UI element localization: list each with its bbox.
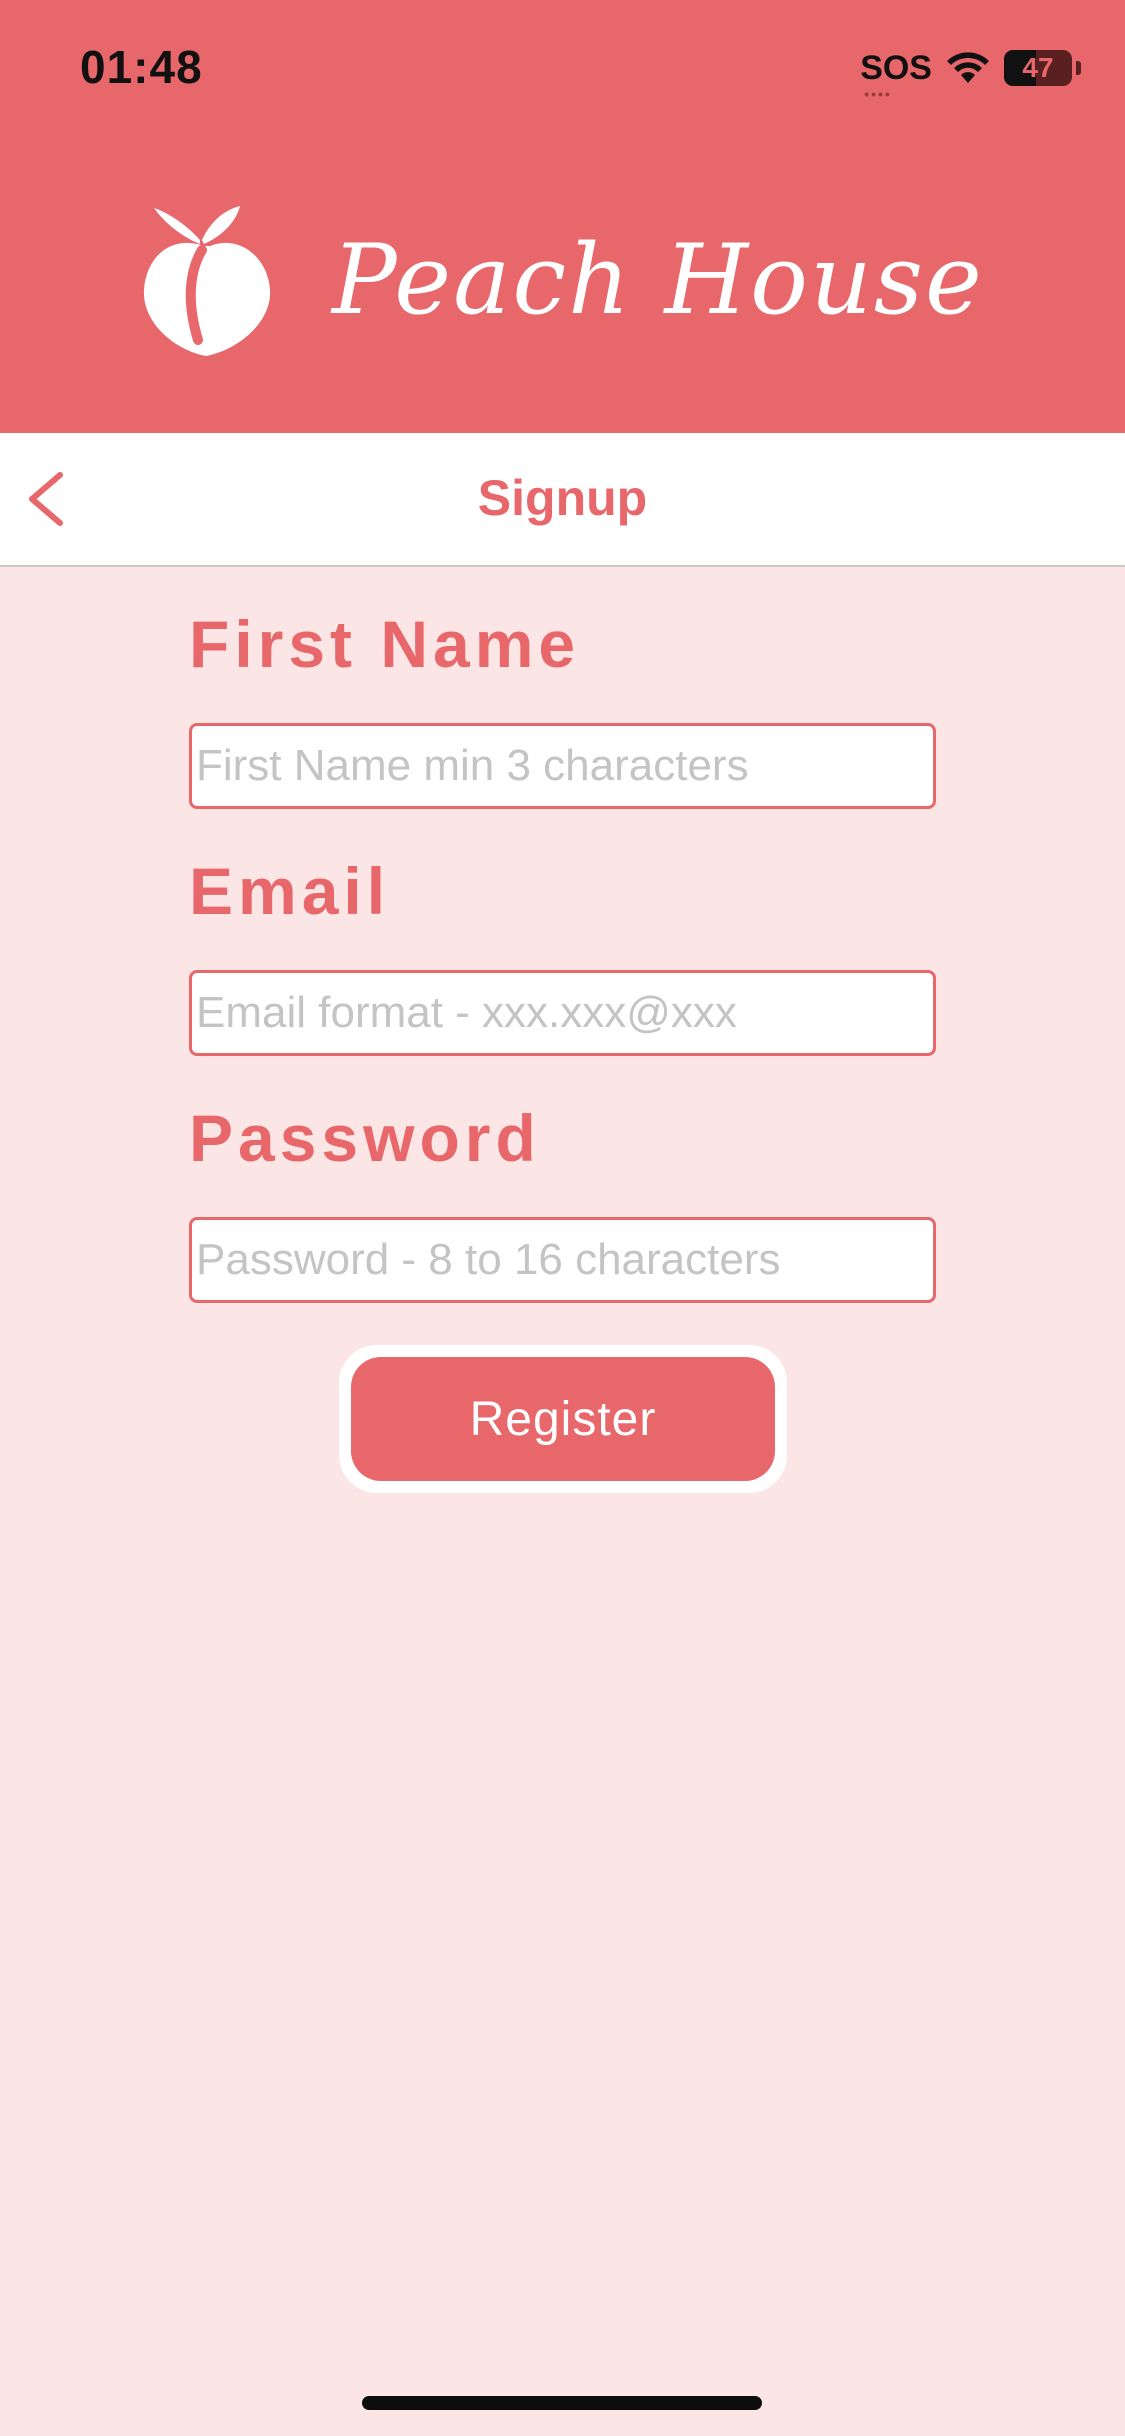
password-field[interactable] <box>189 1217 936 1303</box>
battery-cap <box>1076 61 1081 75</box>
first-name-label: First Name <box>189 607 581 681</box>
email-label: Email <box>189 854 391 928</box>
signal-dots: •••• <box>864 85 892 102</box>
navigation-bar: Signup <box>0 433 1125 567</box>
first-name-field[interactable] <box>189 723 936 809</box>
register-button[interactable]: Register <box>351 1357 775 1481</box>
battery-icon: 47 <box>1004 50 1072 86</box>
status-indicators: SOS •••• 47 <box>860 46 1081 102</box>
wifi-icon <box>947 52 989 83</box>
page-title: Signup <box>477 470 648 526</box>
register-button-frame: Register <box>339 1345 787 1493</box>
brand-logo: Peach House <box>140 200 1020 360</box>
sos-indicator: SOS •••• <box>860 48 932 102</box>
password-label: Password <box>189 1101 541 1175</box>
peach-icon <box>143 206 271 356</box>
sos-label: SOS <box>860 48 932 87</box>
battery-percent: 47 <box>1022 52 1054 83</box>
brand-name: Peach House <box>332 224 984 336</box>
status-time: 01:48 <box>80 41 203 93</box>
email-field[interactable] <box>189 970 936 1056</box>
app-header: 01:48 SOS •••• 47 Peach House <box>0 0 1125 433</box>
home-indicator[interactable] <box>362 2396 762 2410</box>
